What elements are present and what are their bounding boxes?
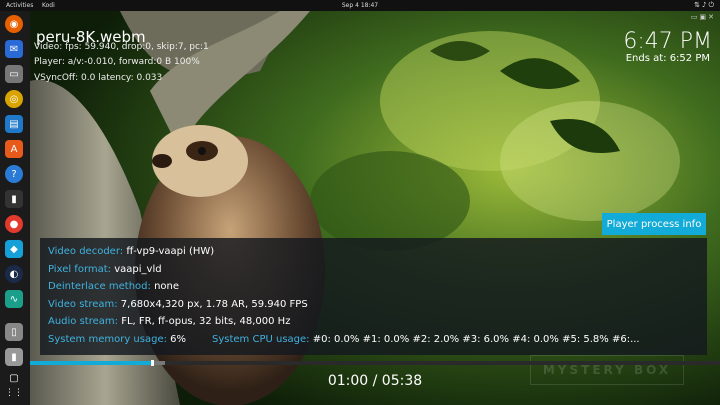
player-process-info-button[interactable]: Player process info	[602, 213, 706, 235]
thunderbird-icon[interactable]: ✉	[5, 40, 23, 58]
files-icon[interactable]: ▭	[5, 65, 23, 83]
player-info-panel: Video decoder: ff-vp9-vaapi (HW) Pixel f…	[40, 238, 707, 355]
pixel-format-value: vaapi_vld	[114, 264, 162, 275]
firefox-icon[interactable]: ◉	[5, 15, 23, 33]
cpu-value: #0: 0.0% #1: 0.0% #2: 2.0% #3: 6.0% #4: …	[312, 334, 640, 345]
top-bar-clock[interactable]: Sep 4 18:47	[0, 2, 720, 9]
rhythmbox-icon[interactable]: ◎	[5, 90, 23, 108]
video-stream-row: Video stream: 7,680x4,320 px, 1.78 AR, 5…	[48, 299, 308, 310]
playback-time: 01:00 / 05:38	[327, 373, 423, 389]
video-stream-label: Video stream:	[48, 299, 118, 310]
seek-bar[interactable]	[30, 360, 720, 366]
pixel-format-label: Pixel format:	[48, 264, 112, 275]
window-controls[interactable]: ▭▣✕	[691, 13, 716, 21]
minimize-icon[interactable]: ▭	[691, 13, 700, 21]
ends-at-label: Ends at: 6:52 PM	[625, 53, 710, 64]
dock: ◉ ✉ ▭ ◎ ▤ A ? ▮ ● ◆ ◐ ∿ ▯ ▮ ▢ ⋮⋮	[0, 11, 30, 405]
close-icon[interactable]: ✕	[708, 13, 716, 21]
osd-clock: 6:47 PM	[623, 29, 712, 54]
usb-icon[interactable]: ▯	[5, 323, 23, 341]
help-icon[interactable]: ?	[5, 165, 23, 183]
steam-icon[interactable]: ◐	[5, 265, 23, 283]
kodi-window: ▭▣✕ peru-8K.webm Video: fps: 59.940, dro…	[30, 11, 720, 405]
pixel-format-row: Pixel format: vaapi_vld	[48, 264, 162, 275]
network-icon[interactable]: ⇅	[694, 1, 702, 9]
video-stream-value: 7,680x4,320 px, 1.78 AR, 59.940 FPS	[120, 299, 308, 310]
deinterlace-label: Deinterlace method:	[48, 281, 151, 292]
power-icon[interactable]: ⏻	[708, 1, 716, 9]
seek-bar-progress	[30, 361, 153, 365]
deinterlace-row: Deinterlace method: none	[48, 281, 179, 292]
writer-icon[interactable]: ▤	[5, 115, 23, 133]
audio-stream-row: Audio stream: FL, FR, ff-opus, 32 bits, …	[48, 316, 290, 327]
deinterlace-value: none	[154, 281, 180, 292]
memory-value: 6%	[170, 334, 187, 345]
video-decoder-label: Video decoder:	[48, 246, 124, 257]
audio-stream-value: FL, FR, ff-opus, 32 bits, 48,000 Hz	[121, 316, 291, 327]
terminal-icon[interactable]: ▮	[5, 190, 23, 208]
debug-player-line: Player: a/v:-0.010, forward:0 B 100%	[34, 57, 200, 67]
apps-grid-icon[interactable]: ⋮⋮	[5, 384, 23, 402]
drive-icon[interactable]: ▮	[5, 348, 23, 366]
monitor-icon[interactable]: ∿	[5, 290, 23, 308]
software-icon[interactable]: A	[5, 140, 23, 158]
memory-label: System memory usage:	[48, 334, 167, 345]
debug-video-line: Video: fps: 59.940, drop:0, skip:7, pc:1	[34, 42, 209, 52]
cpu-label: System CPU usage:	[212, 334, 310, 345]
video-decoder-value: ff-vp9-vaapi (HW)	[126, 246, 215, 257]
system-tray[interactable]: ⇅♪⏻	[694, 1, 716, 10]
audio-stream-label: Audio stream:	[48, 316, 119, 327]
maximize-icon[interactable]: ▣	[700, 13, 709, 21]
seek-bar-knob[interactable]	[151, 360, 155, 366]
chrome-icon[interactable]: ●	[5, 215, 23, 233]
kodi-icon[interactable]: ◆	[5, 240, 23, 258]
top-bar: Activities Kodi Sep 4 18:47 ⇅♪⏻	[0, 0, 720, 11]
debug-vsync-line: VSyncOff: 0.0 latency: 0.033	[34, 73, 163, 83]
cpu-row: System CPU usage: #0: 0.0% #1: 0.0% #2: …	[212, 334, 640, 345]
memory-row: System memory usage: 6%	[48, 334, 186, 345]
video-decoder-row: Video decoder: ff-vp9-vaapi (HW)	[48, 246, 214, 257]
